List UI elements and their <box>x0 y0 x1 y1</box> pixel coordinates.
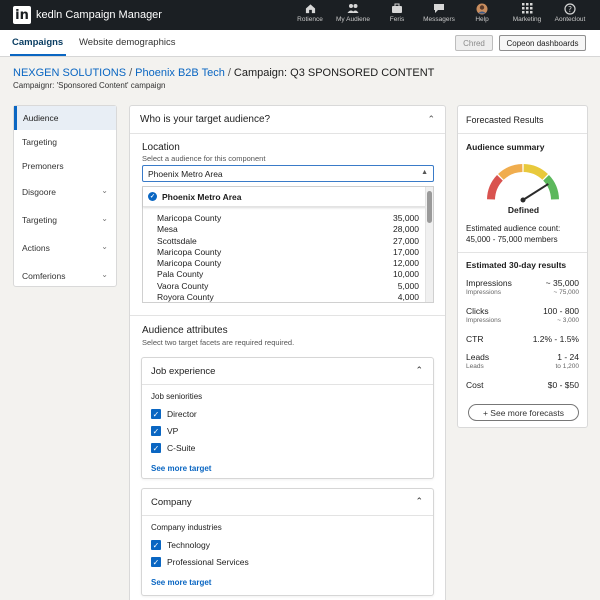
app-title: kedln Campaign Manager <box>36 9 162 21</box>
breadcrumb-org[interactable]: NEXGEN SOLUTIONS <box>13 67 126 79</box>
check-circle-icon: ✓ <box>148 192 157 201</box>
caret-up-icon: ▲ <box>421 169 428 176</box>
attributes-subtitle: Select two target facets are required re… <box>142 338 295 347</box>
see-more-target-link[interactable]: See more target <box>151 464 211 473</box>
list-item[interactable]: Pala County 10,000 <box>157 269 419 280</box>
checkbox-checked-icon[interactable]: ✓ <box>151 443 161 453</box>
avatar-icon <box>475 2 489 15</box>
attributes-title: Audience attributes <box>142 325 228 336</box>
checkbox-checked-icon[interactable]: ✓ <box>151 540 161 550</box>
list-item[interactable]: Vaora County 5,000 <box>157 281 419 292</box>
location-dropdown: ✓ Phoenix Metro Area Maricopa County 35,0… <box>142 186 434 303</box>
active-tab-indicator <box>10 54 66 56</box>
leftnav-item-targeting-2[interactable]: Targeting ⌄ <box>14 208 116 232</box>
audience-question: Who is your target audience? <box>140 114 271 125</box>
list-item[interactable]: Scottsdale 27,000 <box>157 236 419 247</box>
divider <box>458 252 587 253</box>
linkedin-logo[interactable]: in <box>13 6 31 24</box>
audience-count-value: 45,000 - 75,000 members <box>466 235 558 244</box>
copeon-dashboards-button[interactable]: Copeon dashboards <box>499 35 586 51</box>
list-item[interactable]: Mesa 28,000 <box>157 224 419 235</box>
gauge-segment <box>487 175 503 200</box>
chevron-up-icon[interactable]: ⌃ <box>415 365 423 376</box>
leftnav-item-actions[interactable]: Actions ⌄ <box>14 236 116 260</box>
scrollbar-thumb[interactable] <box>427 191 432 223</box>
checkbox-director[interactable]: ✓ Director <box>151 409 197 419</box>
location-select[interactable]: Phoenix Metro Area ▲ <box>142 165 434 182</box>
location-subtitle: Select a audience for this component <box>142 154 266 163</box>
list-item[interactable]: Maricopa County 12,000 <box>157 258 419 269</box>
chred-button[interactable]: Chred <box>455 35 493 51</box>
dropdown-options: Maricopa County 35,000 Mesa 28,000 Scottsd… <box>157 213 419 303</box>
chevron-down-icon: ⌄ <box>101 186 108 195</box>
leftnav-item-targeting[interactable]: Targeting <box>14 130 116 154</box>
chat-icon <box>432 2 446 15</box>
breadcrumb-separator: / <box>129 67 133 79</box>
job-experience-facet: Job experience ⌃ Job seniorities ✓ Direct… <box>141 357 434 479</box>
checkbox-technology[interactable]: ✓ Technology <box>151 540 210 550</box>
audience-card-header[interactable]: Who is your target audience? ⌃ <box>130 106 445 134</box>
divider <box>130 315 445 316</box>
checkbox-professional-services[interactable]: ✓ Professional Services <box>151 557 249 567</box>
audience-count-label: Estimated audience count: <box>466 224 561 233</box>
gauge-needle <box>522 183 549 201</box>
leftnav-item-comferions[interactable]: Comferions ⌄ <box>14 264 116 288</box>
company-industries-label: Company industries <box>151 523 222 532</box>
forecast-header: Forecasted Results <box>458 106 587 134</box>
see-more-forecasts-button[interactable]: + See more forecasts <box>468 404 579 421</box>
audience-summary-title: Audience summary <box>466 142 545 152</box>
job-seniorities-label: Job seniorities <box>151 392 203 401</box>
top-bar: in kedln Campaign Manager Rotience My Au… <box>0 0 600 30</box>
chevron-up-icon[interactable]: ⌃ <box>415 496 423 507</box>
company-header[interactable]: Company ⌃ <box>142 489 433 516</box>
forecast-title: Forecasted Results <box>466 115 544 125</box>
svg-text:?: ? <box>568 4 572 13</box>
dropdown-selected-option[interactable]: ✓ Phoenix Metro Area <box>143 187 427 207</box>
chevron-up-icon[interactable]: ⌃ <box>427 114 435 125</box>
audience-gauge <box>487 164 559 203</box>
checkbox-checked-icon[interactable]: ✓ <box>151 557 161 567</box>
see-more-target-link[interactable]: See more target <box>151 578 211 587</box>
home-icon <box>303 2 317 15</box>
results-title: Estimated 30-day results <box>466 260 567 270</box>
checkbox-checked-icon[interactable]: ✓ <box>151 426 161 436</box>
audience-card: Who is your target audience? ⌃ Location … <box>129 105 446 600</box>
left-nav: Audience Targeting Premoners Disgoore ⌄ T… <box>13 105 117 287</box>
checkbox-vp[interactable]: ✓ VP <box>151 426 178 436</box>
tab-website-demographics[interactable]: Website demographics <box>79 37 175 48</box>
gauge-hub <box>520 197 526 203</box>
chevron-down-icon: ⌄ <box>101 270 108 279</box>
leftnav-item-audience[interactable]: Audience <box>14 106 116 130</box>
gauge-segment <box>498 164 523 180</box>
grid-icon <box>520 2 534 15</box>
company-facet: Company ⌃ Company industries ✓ Technology… <box>141 488 434 596</box>
gauge-segment <box>543 175 559 200</box>
tab-campaigns[interactable]: Campaigns <box>12 37 63 48</box>
briefcase-icon <box>390 2 404 15</box>
campaign-subtitle: Campaignr: 'Sponsored Content' campaign <box>13 81 166 90</box>
list-item[interactable]: Royora County 4,000 <box>157 292 419 303</box>
breadcrumb: NEXGEN SOLUTIONS / Phoenix B2B Tech / Campai… <box>13 67 434 79</box>
breadcrumb-campaign: Campaign: Q3 SPONSORED CONTENT <box>233 67 435 79</box>
list-item[interactable]: Maricopa County 35,000 <box>157 213 419 224</box>
leftnav-item-disgoore[interactable]: Disgoore ⌄ <box>14 180 116 204</box>
dropdown-scrollbar[interactable] <box>425 187 433 302</box>
checkbox-c-suite[interactable]: ✓ C-Suite <box>151 443 195 453</box>
people-icon <box>346 2 360 15</box>
gauge-segment <box>523 164 548 180</box>
breadcrumb-group[interactable]: Phoenix B2B Tech <box>135 67 225 79</box>
forecast-panel: Forecasted Results Audience summary Defi… <box>457 105 588 428</box>
sub-tabs: Campaigns Website demographics Chred Cop… <box>0 30 600 57</box>
chevron-down-icon: ⌄ <box>101 242 108 251</box>
checkbox-checked-icon[interactable]: ✓ <box>151 409 161 419</box>
location-title: Location <box>142 142 180 153</box>
job-experience-header[interactable]: Job experience ⌃ <box>142 358 433 385</box>
chevron-down-icon: ⌄ <box>101 214 108 223</box>
gauge-label: Defined <box>507 205 540 215</box>
nav-account[interactable]: ? Aonteclout <box>543 2 597 23</box>
list-item[interactable]: Maricopa County 17,000 <box>157 247 419 258</box>
leftnav-item-premoners[interactable]: Premoners <box>14 154 116 178</box>
breadcrumb-separator: / <box>227 67 231 79</box>
help-icon: ? <box>563 2 577 15</box>
